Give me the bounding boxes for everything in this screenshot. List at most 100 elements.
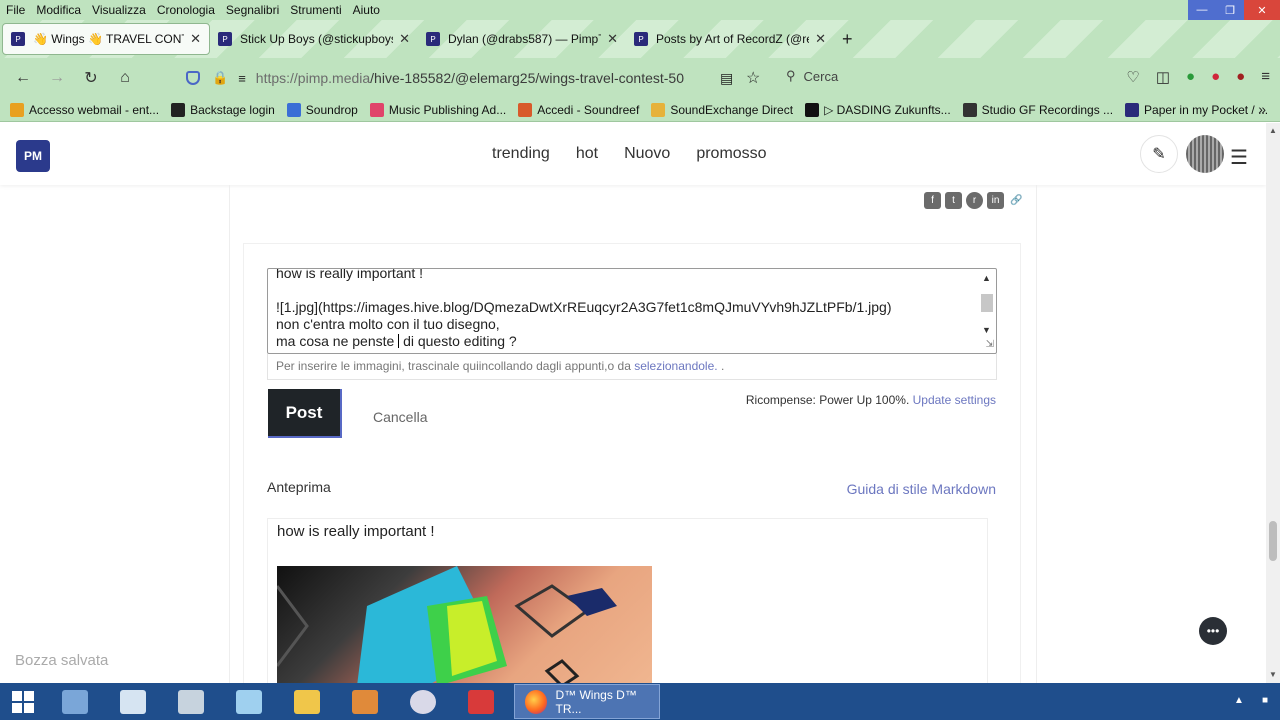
lock-icon[interactable]: 🔒 [212,70,228,86]
scroll-up-icon[interactable]: ▲ [982,270,991,287]
post-button[interactable]: Post [268,389,342,438]
more-bookmarks-icon[interactable]: » [1258,101,1266,117]
reader-view-icon[interactable]: ▤ [720,70,733,87]
tab-dylan[interactable]: P Dylan (@drabs587) — PimpToke ✕ [418,23,626,55]
pinterest-icon[interactable]: ● [1211,68,1220,86]
taskbar-app-red-icon[interactable] [452,683,510,720]
permissions-icon[interactable]: ≡ [238,71,246,86]
menu-edit[interactable]: Modifica [36,3,81,17]
bookmark-soundexchange[interactable]: SoundExchange Direct [651,102,794,117]
bookmark-soundrop[interactable]: Soundrop [286,102,358,117]
bookmark-label: SoundExchange Direct [670,102,794,117]
link-icon[interactable]: 🔗 [1008,192,1025,209]
taskbar-folder-icon[interactable] [278,683,336,720]
pimp-logo[interactable]: PM [16,140,50,172]
bookmark-star-icon[interactable]: ☆ [746,68,760,88]
new-tab-button[interactable]: + [842,29,853,50]
bookmarks-bar: Accesso webmail - ent... Backstage login… [0,98,1280,122]
menu-tools[interactable]: Strumenti [290,3,341,17]
nav-hot[interactable]: hot [576,145,598,163]
tab-close-icon[interactable]: ✕ [607,31,618,47]
minimize-button[interactable]: — [1188,0,1216,20]
sidebar-icon[interactable]: ◫ [1156,68,1170,86]
bookmark-paper-in-my-pocket[interactable]: Paper in my Pocket / ... [1125,102,1268,117]
nav-promoted[interactable]: promosso [696,145,766,163]
linkedin-icon[interactable]: in [987,192,1004,209]
cancel-button[interactable]: Cancella [373,409,427,425]
scroll-down-icon[interactable]: ▼ [1269,670,1277,679]
nav-trending[interactable]: trending [492,145,550,163]
tracking-shield-icon[interactable] [186,71,200,85]
scroll-thumb[interactable] [981,294,993,312]
home-icon[interactable]: ⌂ [108,69,142,87]
menu-history[interactable]: Cronologia [157,3,215,17]
resize-handle-icon[interactable]: ⇲ [986,336,994,353]
editor-text-before-cursor: ma cosa ne penste [276,333,399,349]
close-window-button[interactable]: ✕ [1244,0,1280,20]
reload-icon[interactable]: ↻ [74,68,108,88]
site-nav: trending hot Nuovo promosso [492,145,767,163]
extension-green-icon[interactable]: ● [1186,68,1195,86]
menu-bookmarks[interactable]: Segnalibri [226,3,279,17]
page-scrollbar[interactable]: ▲ ▼ [1266,123,1280,683]
menu-file[interactable]: File [6,3,25,17]
url-bar[interactable]: 🔒 ≡ https://pimp.media/hive-185582/@elem… [186,64,766,92]
pocket-icon[interactable]: ♡ [1126,68,1139,86]
search-box[interactable]: ⚲ Cerca [786,68,838,84]
firefox-icon [525,689,548,714]
app-menu-icon[interactable]: ≡ [1261,68,1270,86]
bookmark-webmail[interactable]: Accesso webmail - ent... [10,102,159,117]
markdown-guide-link[interactable]: Guida di stile Markdown [847,481,996,497]
taskbar-firefox-window[interactable]: D™ Wings D™ TR... [514,684,660,719]
scroll-thumb[interactable] [1269,521,1277,561]
write-post-button[interactable]: ✎ [1140,135,1178,173]
tab-art-of-recordz[interactable]: P Posts by Art of RecordZ (@revie ✕ [626,23,834,55]
taskbar-snipping-icon[interactable] [394,683,452,720]
extension-dark-icon[interactable]: ● [1236,68,1245,86]
tab-stickupboys[interactable]: P Stick Up Boys (@stickupboys) — ✕ [210,23,418,55]
forward-arrow-icon[interactable]: → [40,69,74,87]
tab-close-icon[interactable]: ✕ [399,31,410,47]
tab-wings-travel-contest[interactable]: P 👋 Wings 👋 TRAVEL CONTEST ✕ [2,23,210,55]
reddit-icon[interactable]: r [966,192,983,209]
start-button[interactable] [0,683,46,720]
hamburger-menu-icon[interactable]: ☰ [1230,145,1248,170]
hint-text: Per inserire le immagini, trascinale qui… [276,359,635,373]
bookmark-dasding[interactable]: ▷ DASDING Zukunfts... [805,102,951,117]
rewards-text: Ricompense: Power Up 100%. [745,393,913,407]
update-settings-link[interactable]: Update settings [913,393,996,407]
taskbar-calculator-icon[interactable] [162,683,220,720]
bookmark-backstage[interactable]: Backstage login [171,102,275,117]
maximize-button[interactable]: ❐ [1216,0,1244,20]
nav-new[interactable]: Nuovo [624,145,670,163]
editor-line: ![1.jpg](https://images.hive.blog/DQmeza… [276,299,892,315]
tray-chevron-icon[interactable]: ▲ [1234,695,1244,706]
chat-bubble-icon[interactable]: ••• [1199,617,1227,645]
url-text[interactable]: https://pimp.media/hive-185582/@elemarg2… [256,70,684,86]
facebook-icon[interactable]: f [924,192,941,209]
taskbar-paint-icon[interactable] [104,683,162,720]
soundreef-icon [518,102,533,117]
taskbar-notepad-icon[interactable] [220,683,278,720]
tab-close-icon[interactable]: ✕ [815,31,826,47]
soundrop-icon [286,102,301,117]
tab-close-icon[interactable]: ✕ [190,31,201,47]
bookmark-studio-gf[interactable]: Studio GF Recordings ... [962,102,1113,117]
taskbar-music-icon[interactable] [336,683,394,720]
bookmark-label: Backstage login [190,102,275,117]
bookmark-soundreef[interactable]: Accedi - Soundreef [518,102,639,117]
taskbar-computer-icon[interactable] [46,683,104,720]
pimp-favicon-icon [1125,102,1140,117]
back-arrow-icon[interactable]: ← [6,69,40,87]
bookmark-music-publishing[interactable]: Music Publishing Ad... [369,102,506,117]
reply-textarea[interactable]: how is really important ! ![1.jpg](https… [267,268,997,354]
volume-icon[interactable]: ■ [1262,695,1268,706]
tab-title: 👋 Wings 👋 TRAVEL CONTEST [33,32,184,46]
scroll-up-icon[interactable]: ▲ [1269,126,1277,135]
twitter-icon[interactable]: t [945,192,962,209]
avatar[interactable] [1186,135,1224,173]
menu-view[interactable]: Visualizza [92,3,146,17]
select-files-link[interactable]: selezionandole. [634,359,717,373]
page-content: PM trending hot Nuovo promosso ✎ ☰ f t r… [0,123,1266,683]
menu-help[interactable]: Aiuto [353,3,380,17]
